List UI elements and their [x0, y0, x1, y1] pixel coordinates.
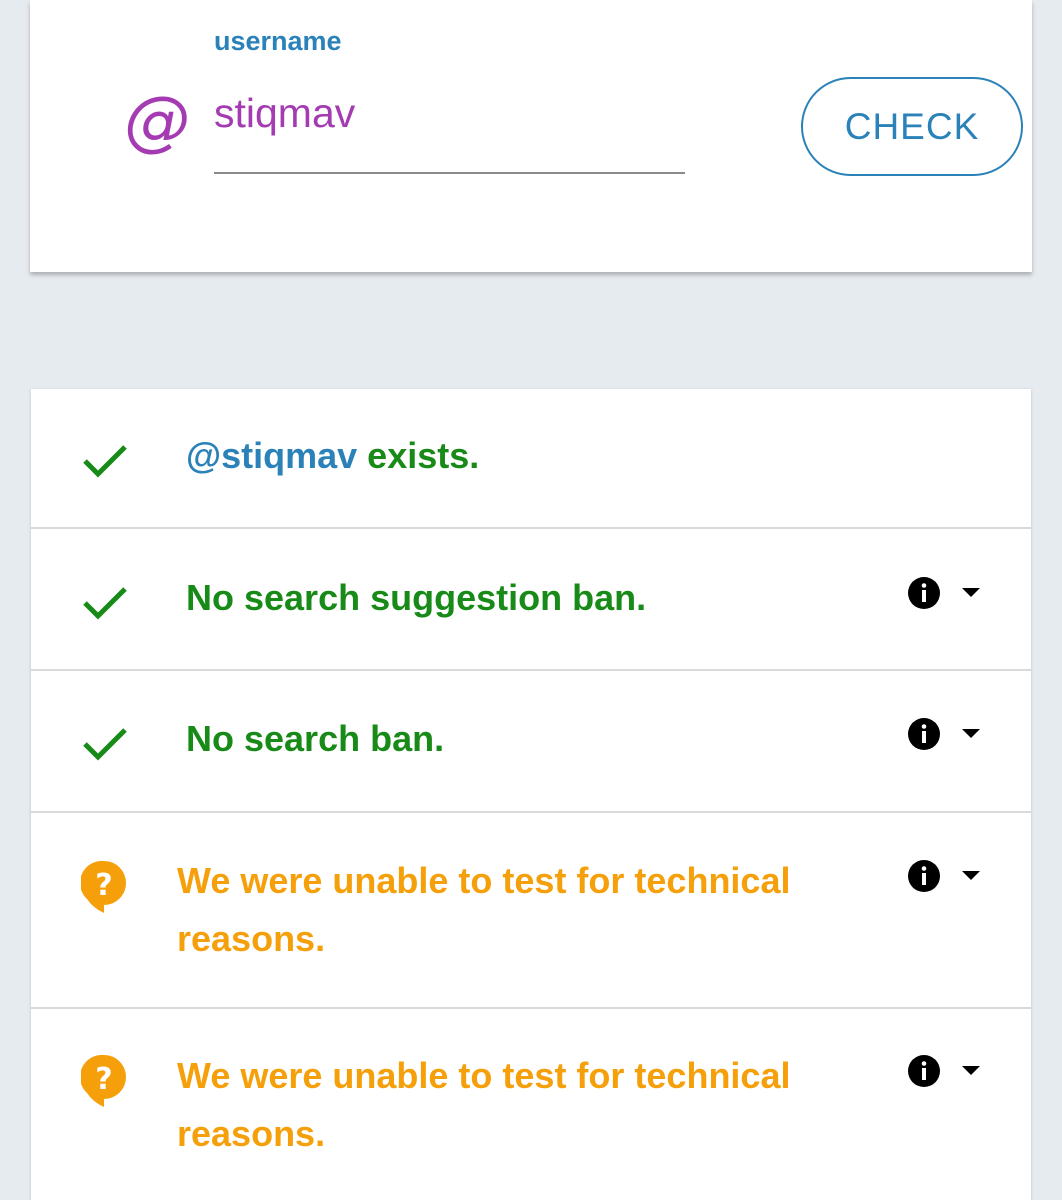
result-message: exists.	[357, 435, 480, 476]
result-row-exists: @stiqmav exists.	[31, 389, 1031, 529]
check-icon	[83, 445, 127, 478]
info-icon[interactable]	[907, 717, 941, 751]
result-message: No search ban.	[186, 718, 445, 759]
info-icon[interactable]	[907, 576, 941, 610]
username-input[interactable]	[214, 90, 685, 174]
chevron-down-icon[interactable]	[962, 729, 980, 739]
at-sign-icon: @	[124, 82, 190, 159]
result-row-unknown-2[interactable]: ? We were unable to test for technical r…	[31, 1010, 1031, 1200]
check-icon	[83, 728, 127, 761]
result-message: We were unable to test for technical rea…	[177, 860, 791, 959]
username-label: username	[214, 26, 342, 56]
svg-text:?: ?	[95, 1062, 112, 1097]
result-row-search-ban[interactable]: No search ban.	[31, 672, 1031, 813]
info-icon[interactable]	[907, 859, 941, 893]
result-message: We were unable to test for technical rea…	[177, 1055, 791, 1154]
chevron-down-icon[interactable]	[962, 1066, 980, 1076]
question-bubble-icon: ?	[81, 860, 126, 913]
chevron-down-icon[interactable]	[962, 871, 980, 881]
svg-text:?: ?	[95, 868, 112, 903]
chevron-down-icon[interactable]	[962, 588, 980, 598]
results-card: @stiqmav exists. No search suggestion ba…	[31, 389, 1031, 1200]
check-button[interactable]: CHECK	[801, 77, 1023, 176]
check-icon	[83, 587, 127, 620]
result-message: No search suggestion ban.	[186, 577, 647, 618]
info-icon[interactable]	[907, 1054, 941, 1088]
result-username: @stiqmav	[186, 435, 358, 476]
result-row-unknown-1[interactable]: ? We were unable to test for technical r…	[31, 814, 1031, 1009]
result-text: @stiqmav exists.	[186, 427, 479, 485]
question-bubble-icon: ?	[81, 1054, 126, 1107]
result-row-suggestion-ban[interactable]: No search suggestion ban.	[31, 530, 1031, 671]
search-card: @ username CHECK	[30, 0, 1032, 272]
